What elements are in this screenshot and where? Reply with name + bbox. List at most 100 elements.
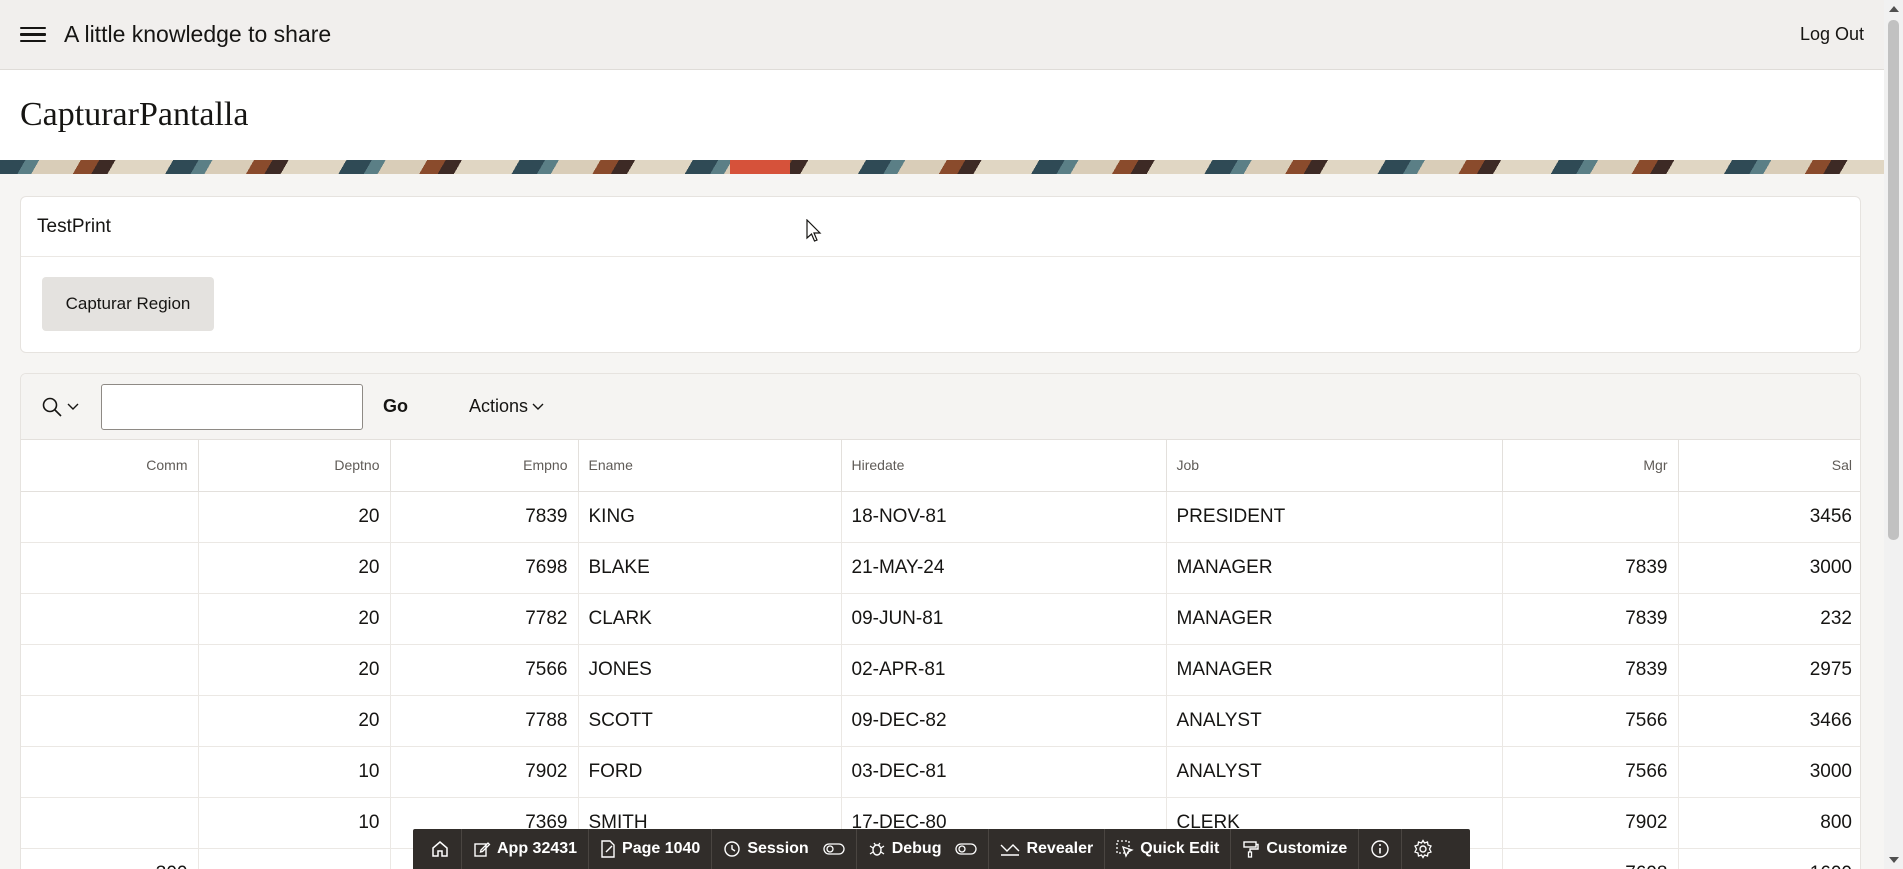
table-header-row: Comm Deptno Empno Ename Hiredate Job Mgr… <box>21 440 1860 492</box>
table-row: 20 7566 JONES 02-APR-81 MANAGER 7839 2975 <box>21 644 1860 696</box>
cell-deptno: 20 <box>198 542 391 594</box>
app-label: App 32431 <box>497 840 578 857</box>
table-row: 20 7698 BLAKE 21-MAY-24 MANAGER 7839 3000 <box>21 542 1860 594</box>
cell-ename: JONES <box>578 644 842 696</box>
cell-empno: 7839 <box>390 491 579 543</box>
cell-deptno: 20 <box>198 644 391 696</box>
scroll-down-arrow[interactable] <box>1889 857 1899 863</box>
column-header-hiredate[interactable]: Hiredate <box>841 440 1167 492</box>
cell-deptno <box>198 848 391 869</box>
table-row: 10 7902 FORD 03-DEC-81 ANALYST 7566 3000 <box>21 746 1860 798</box>
decorative-banner <box>0 160 1884 174</box>
column-header-comm[interactable]: Comm <box>21 440 199 492</box>
cell-empno: 7782 <box>390 593 579 645</box>
cell-deptno: 20 <box>198 695 391 747</box>
session-label: Session <box>747 840 809 857</box>
home-icon <box>432 841 448 857</box>
debug-button[interactable]: Debug <box>857 829 990 869</box>
logout-link[interactable]: Log Out <box>1800 24 1864 45</box>
cell-hiredate: 09-JUN-81 <box>841 593 1167 645</box>
table-row: 20 7788 SCOTT 09-DEC-82 ANALYST 7566 3466 <box>21 695 1860 747</box>
column-header-job[interactable]: Job <box>1166 440 1503 492</box>
cell-empno: 7566 <box>390 644 579 696</box>
info-icon <box>1371 840 1389 858</box>
cell-mgr: 7839 <box>1502 593 1679 645</box>
search-icon <box>42 397 62 417</box>
customize-button[interactable]: Customize <box>1231 829 1360 869</box>
developer-toolbar: App 32431 Page 1040 Session Debug Reveal… <box>413 829 1470 869</box>
gear-icon <box>1414 839 1433 859</box>
cell-empno: 7698 <box>390 542 579 594</box>
cell-sal: 3000 <box>1678 746 1860 798</box>
app-button[interactable]: App 32431 <box>462 829 590 869</box>
cell-sal: 3456 <box>1678 491 1860 543</box>
search-input[interactable] <box>101 384 363 430</box>
column-header-mgr[interactable]: Mgr <box>1502 440 1679 492</box>
column-header-deptno[interactable]: Deptno <box>198 440 391 492</box>
cell-sal: 232 <box>1678 593 1860 645</box>
page-title-band: CapturarPantalla <box>0 70 1884 160</box>
menu-icon[interactable] <box>20 25 46 45</box>
page-edit-icon <box>601 840 615 858</box>
quick-edit-button[interactable]: Quick Edit <box>1105 829 1232 869</box>
cell-ename: KING <box>578 491 842 543</box>
session-button[interactable]: Session <box>712 829 857 869</box>
scrollbar-thumb[interactable] <box>1888 20 1899 540</box>
column-header-sal[interactable]: Sal <box>1678 440 1860 492</box>
capture-region-button[interactable]: Capturar Region <box>42 277 214 331</box>
revealer-icon <box>1000 844 1020 856</box>
cell-comm <box>21 695 199 747</box>
cell-job: ANALYST <box>1166 695 1503 747</box>
page-title: CapturarPantalla <box>20 96 249 133</box>
toggle-icon[interactable] <box>823 842 845 856</box>
region-title: TestPrint <box>37 215 111 237</box>
session-icon <box>724 841 741 857</box>
testprint-region: TestPrint Capturar Region <box>20 196 1861 353</box>
customize-label: Customize <box>1266 840 1348 857</box>
revealer-button[interactable]: Revealer <box>989 829 1106 869</box>
search-column-selector[interactable] <box>41 396 79 418</box>
cell-job: MANAGER <box>1166 542 1503 594</box>
settings-button[interactable] <box>1402 829 1444 869</box>
cell-job: MANAGER <box>1166 644 1503 696</box>
cell-deptno: 20 <box>198 491 391 543</box>
cell-mgr <box>1502 491 1679 543</box>
chevron-down-icon <box>532 403 544 410</box>
revealer-label: Revealer <box>1026 840 1094 857</box>
cell-ename: SCOTT <box>578 695 842 747</box>
toggle-icon[interactable] <box>955 842 978 856</box>
cell-job: MANAGER <box>1166 593 1503 645</box>
table-row: 20 7782 CLARK 09-JUN-81 MANAGER 7839 232 <box>21 593 1860 645</box>
cell-hiredate: 03-DEC-81 <box>841 746 1167 798</box>
column-header-empno[interactable]: Empno <box>390 440 579 492</box>
cell-comm <box>21 746 199 798</box>
debug-label: Debug <box>891 840 942 857</box>
cell-comm <box>21 644 199 696</box>
actions-label: Actions <box>469 396 529 416</box>
column-header-ename[interactable]: Ename <box>578 440 842 492</box>
report-table: Comm Deptno Empno Ename Hiredate Job Mgr… <box>21 440 1860 869</box>
paint-roller-icon <box>1243 841 1260 858</box>
quick-edit-label: Quick Edit <box>1140 840 1220 857</box>
cell-mgr: 7566 <box>1502 695 1679 747</box>
info-button[interactable] <box>1359 829 1403 869</box>
cell-mgr: 7902 <box>1502 797 1679 849</box>
table-row: 20 7839 KING 18-NOV-81 PRESIDENT 3456 <box>21 491 1860 543</box>
app-title[interactable]: A little knowledge to share <box>64 21 331 48</box>
quick-edit-icon <box>1116 840 1134 858</box>
scroll-up-arrow[interactable] <box>1889 6 1899 12</box>
cell-comm <box>21 593 199 645</box>
cell-sal: 3466 <box>1678 695 1860 747</box>
vertical-scrollbar[interactable] <box>1884 0 1903 869</box>
mouse-cursor-icon <box>806 219 822 242</box>
cell-hiredate: 21-MAY-24 <box>841 542 1167 594</box>
cell-comm <box>21 797 199 849</box>
cell-deptno: 20 <box>198 593 391 645</box>
edit-icon <box>474 842 491 857</box>
actions-menu-button[interactable]: Actions <box>469 396 544 417</box>
page-button[interactable]: Page 1040 <box>589 829 713 869</box>
home-button[interactable] <box>419 829 462 869</box>
cell-sal: 2975 <box>1678 644 1860 696</box>
go-button[interactable]: Go <box>383 396 408 417</box>
cell-hiredate: 18-NOV-81 <box>841 491 1167 543</box>
